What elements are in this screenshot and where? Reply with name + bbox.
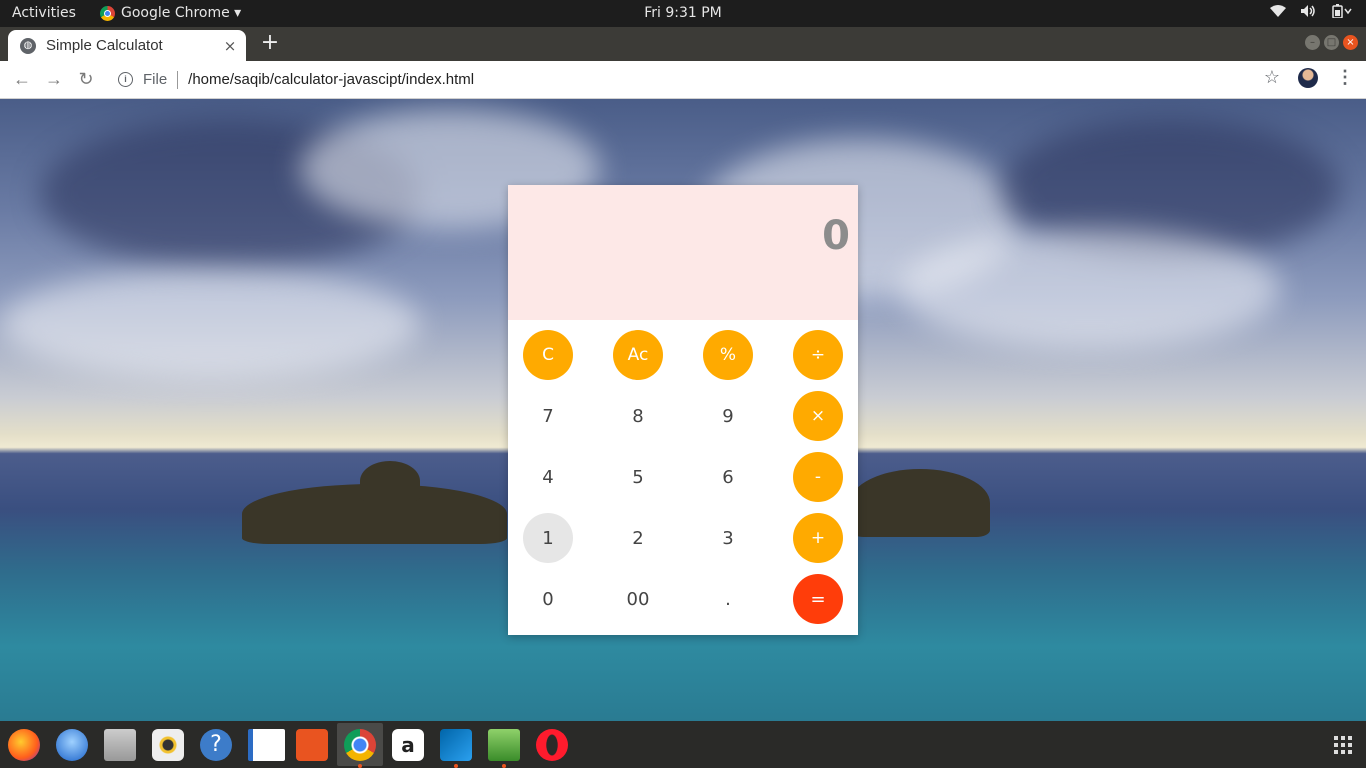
image-viewer-icon[interactable]: [488, 729, 520, 761]
scheme-label: File: [143, 71, 168, 88]
calculator-display: 0: [508, 185, 858, 320]
island: [850, 469, 990, 537]
clear-button[interactable]: C: [523, 330, 573, 380]
profile-avatar[interactable]: [1298, 67, 1318, 88]
running-indicator-dot: [358, 764, 362, 768]
amazon-icon[interactable]: a: [392, 729, 424, 761]
wifi-icon: [1270, 4, 1286, 22]
subtract-button[interactable]: -: [793, 452, 843, 502]
calculator: 0 C Ac % ÷ 7 8 9 × 4 5 6 - 1 2 3 + 0 00 …: [508, 185, 858, 635]
running-indicator-dot: [502, 764, 506, 768]
double-zero-button[interactable]: 00: [613, 574, 663, 624]
digit-9-button[interactable]: 9: [703, 391, 753, 441]
forward-arrow-icon[interactable]: →: [38, 69, 70, 90]
divide-button[interactable]: ÷: [793, 330, 843, 380]
digit-5-button[interactable]: 5: [613, 452, 663, 502]
digit-7-button[interactable]: 7: [523, 391, 573, 441]
files-icon[interactable]: [104, 729, 136, 761]
digit-3-button[interactable]: 3: [703, 513, 753, 563]
decimal-button[interactable]: .: [703, 574, 753, 624]
software-icon[interactable]: [296, 729, 328, 761]
cloud: [0, 269, 420, 379]
firefox-icon[interactable]: [8, 729, 40, 761]
tab-title: Simple Calculatot: [46, 37, 163, 54]
digit-0-button[interactable]: 0: [523, 574, 573, 624]
display-value: 0: [822, 213, 850, 259]
volume-icon: [1300, 4, 1316, 22]
digit-4-button[interactable]: 4: [523, 452, 573, 502]
digit-2-button[interactable]: 2: [613, 513, 663, 563]
cloud: [900, 229, 1280, 349]
thunderbird-icon[interactable]: [56, 729, 88, 761]
island: [360, 461, 420, 501]
all-clear-button[interactable]: Ac: [613, 330, 663, 380]
system-menu[interactable]: [1270, 4, 1352, 22]
rhythmbox-icon[interactable]: [152, 729, 184, 761]
digit-8-button[interactable]: 8: [613, 391, 663, 441]
help-icon[interactable]: ?: [200, 729, 232, 761]
globe-icon: ◍: [20, 37, 36, 54]
running-indicator-dot: [454, 764, 458, 768]
vscode-icon[interactable]: [440, 729, 472, 761]
equals-button[interactable]: =: [793, 574, 843, 624]
battery-icon: [1330, 4, 1352, 22]
writer-icon[interactable]: [248, 729, 285, 761]
tab-strip: ◍ Simple Calculatot ×: [0, 27, 1366, 61]
window-controls: – □ ×: [1305, 35, 1358, 50]
dock: ? a: [0, 721, 1366, 768]
address-bar[interactable]: /home/saqib/calculator-javascipt/index.h…: [188, 71, 474, 88]
app-menu[interactable]: Google Chrome ▾: [100, 5, 241, 21]
digit-6-button[interactable]: 6: [703, 452, 753, 502]
top-bar: Activities Google Chrome ▾ Fri 9:31 PM: [0, 0, 1366, 27]
back-arrow-icon[interactable]: ←: [6, 69, 38, 90]
app-menu-label: Google Chrome ▾: [121, 5, 242, 21]
percent-button[interactable]: %: [703, 330, 753, 380]
close-window-icon[interactable]: ×: [1343, 35, 1358, 50]
new-tab-button[interactable]: +: [258, 31, 282, 55]
add-button[interactable]: +: [793, 513, 843, 563]
browser-toolbar: ← → ↻ i File /home/saqib/calculator-java…: [0, 61, 1366, 99]
minimize-icon[interactable]: –: [1305, 35, 1320, 50]
menu-kebab-icon[interactable]: ⋮: [1336, 67, 1354, 88]
tab-simple-calculator[interactable]: ◍ Simple Calculatot ×: [8, 30, 246, 61]
digit-1-button[interactable]: 1: [523, 513, 573, 563]
info-icon[interactable]: i: [118, 72, 133, 87]
activities-button[interactable]: Activities: [12, 5, 76, 21]
multiply-button[interactable]: ×: [793, 391, 843, 441]
maximize-icon[interactable]: □: [1324, 35, 1339, 50]
opera-icon[interactable]: [536, 729, 568, 761]
bookmark-star-icon[interactable]: ☆: [1264, 67, 1280, 88]
close-tab-icon[interactable]: ×: [220, 37, 240, 55]
chrome-icon: [100, 5, 115, 21]
show-applications-icon[interactable]: [1334, 736, 1352, 754]
divider: [177, 70, 179, 89]
chrome-icon[interactable]: [344, 729, 376, 761]
reload-icon[interactable]: ↻: [70, 69, 102, 90]
